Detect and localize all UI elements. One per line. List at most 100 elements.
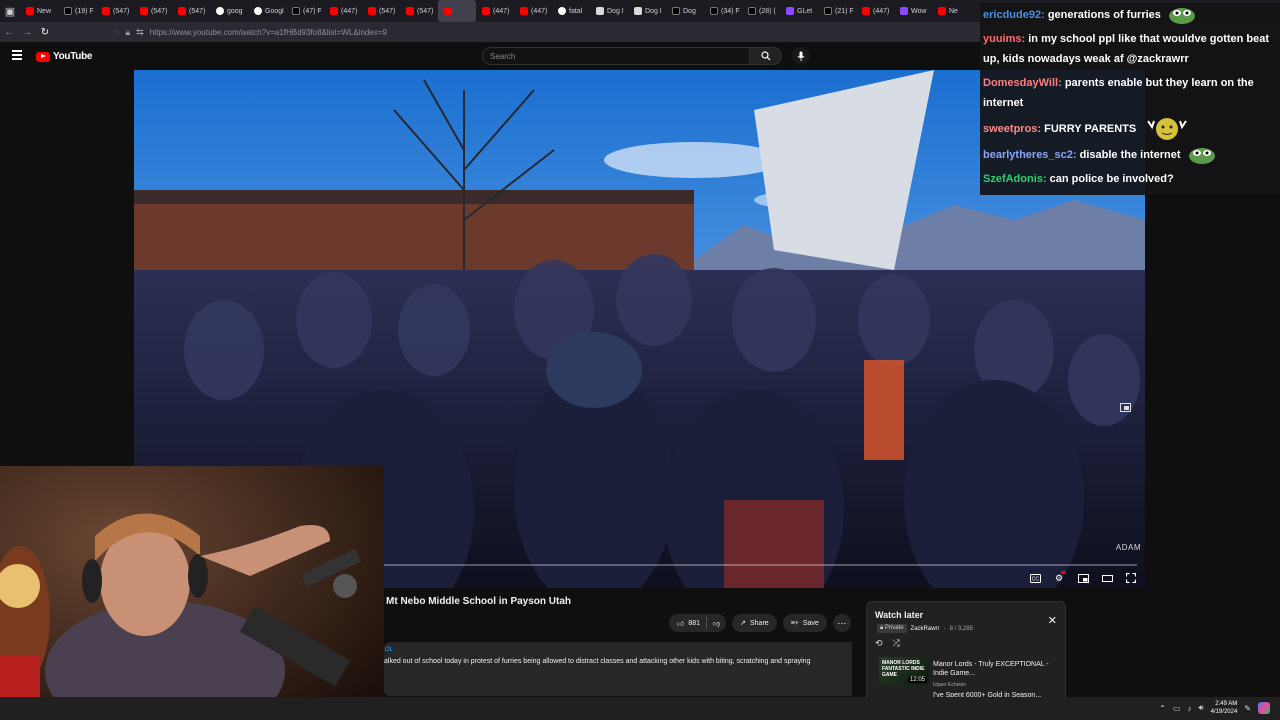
browser-tab[interactable]: (547) xyxy=(172,0,210,22)
browser-tab-label: (447) xyxy=(873,7,890,15)
speaker-icon[interactable]: ▭ xyxy=(1173,704,1181,713)
tab-list-icon[interactable]: ▣ xyxy=(0,0,20,22)
youtube-icon xyxy=(178,7,186,15)
clock[interactable]: 2:49 AM 4/19/2024 xyxy=(1211,700,1238,716)
stream-chat-overlay: ericdude92: generations of furries yuuim… xyxy=(980,3,1280,195)
browser-tab[interactable]: goog xyxy=(210,0,248,22)
lock-icon[interactable]: 🔒︎ xyxy=(125,27,130,38)
browser-tab-label: (447) xyxy=(341,7,358,15)
close-icon[interactable]: ✕ xyxy=(1048,614,1057,627)
browser-tab[interactable]: Wow xyxy=(894,0,932,22)
shield-icon[interactable]: ◌ xyxy=(114,27,119,37)
like-count: 881 xyxy=(688,619,701,627)
browser-tab-label: (21) F xyxy=(835,7,854,15)
playlist-owner[interactable]: ZackRawrr xyxy=(911,626,940,632)
browser-tab[interactable]: (21) F xyxy=(818,0,856,22)
description-hashtag[interactable]: OL xyxy=(385,647,393,653)
browser-tab[interactable]: Dog I xyxy=(628,0,666,22)
browser-tab[interactable]: fatal xyxy=(552,0,590,22)
browser-tab[interactable]: Dog xyxy=(666,0,704,22)
picture-in-picture-icon[interactable] xyxy=(1120,403,1131,412)
browser-tab[interactable]: (447) xyxy=(856,0,894,22)
search-input[interactable] xyxy=(482,47,750,65)
system-tray: ⌃ ▭ ♪ 🔊︎ 2:49 AM 4/19/2024 ✎ xyxy=(1159,700,1270,716)
windows-taskbar: ⌃ ▭ ♪ 🔊︎ 2:49 AM 4/19/2024 ✎ xyxy=(0,697,1280,720)
youtube-icon xyxy=(102,7,110,15)
permissions-icon[interactable]: ⇆ xyxy=(136,27,144,38)
browser-tab[interactable]: (47) F xyxy=(286,0,324,22)
address-bar[interactable]: ◌ 🔒︎ ⇆ https://www.youtube.com/watch?v=a… xyxy=(114,24,964,40)
playlist-item-title[interactable]: Manor Lords - Truly EXCEPTIONAL - Indie … xyxy=(933,660,1059,678)
miniplayer-icon[interactable] xyxy=(1075,570,1091,586)
copilot-icon[interactable] xyxy=(1258,702,1270,714)
back-icon[interactable]: ← xyxy=(0,27,18,38)
playlist-item-channel[interactable]: Upper Echelon xyxy=(933,682,966,688)
browser-tab[interactable]: Googl xyxy=(248,0,286,22)
browser-tab[interactable]: (447) xyxy=(324,0,362,22)
youtube-icon xyxy=(862,7,870,15)
captions-icon[interactable]: CC xyxy=(1027,570,1043,586)
volume-icon[interactable]: 🔊︎ xyxy=(1199,703,1204,713)
settings-icon[interactable]: ⚙ xyxy=(1051,570,1067,586)
playlist-title[interactable]: Watch later xyxy=(875,610,923,620)
youtube-icon xyxy=(520,7,528,15)
pepe-emote-icon xyxy=(1188,148,1215,165)
menu-icon[interactable] xyxy=(12,50,22,60)
microphone-icon[interactable]: ♪ xyxy=(1188,704,1192,713)
browser-tab[interactable]: GLet xyxy=(780,0,818,22)
youtube-logo[interactable]: YouTube xyxy=(36,51,93,62)
share-button[interactable]: ↗ Share xyxy=(732,614,777,632)
forward-icon[interactable]: → xyxy=(18,27,36,38)
save-button[interactable]: ≡+ Save xyxy=(782,614,827,632)
browser-tab[interactable]: (447) xyxy=(514,0,552,22)
video-progress-bar[interactable] xyxy=(382,564,1137,566)
twitch-icon xyxy=(786,7,794,15)
search-button[interactable] xyxy=(750,47,782,65)
webcam-feed xyxy=(0,466,384,720)
browser-tab[interactable]: (34) F xyxy=(704,0,742,22)
like-button[interactable]: 👍︎ 881 xyxy=(677,619,706,628)
video-watermark: ADAM xyxy=(1115,543,1141,552)
browser-tab[interactable]: (547) xyxy=(362,0,400,22)
browser-tab[interactable] xyxy=(438,0,476,22)
browser-tab[interactable]: (547) xyxy=(134,0,172,22)
browser-tab[interactable]: Ne xyxy=(932,0,970,22)
browser-tab[interactable]: (19) F xyxy=(58,0,96,22)
chat-username: bearlytheres_sc2: xyxy=(983,149,1077,162)
browser-tab-label: New xyxy=(37,7,52,15)
browser-tab[interactable]: (547) xyxy=(96,0,134,22)
more-actions-button[interactable]: ⋯ xyxy=(832,614,851,632)
chevron-up-icon[interactable]: ⌃ xyxy=(1159,704,1166,713)
video-thumbnail[interactable]: MANOR LORDS FANTASTIC INDIE GAME 12:05 xyxy=(879,657,929,685)
browser-tab-label: Googl xyxy=(265,7,284,15)
browser-tab[interactable]: (447) xyxy=(476,0,514,22)
fullscreen-icon[interactable] xyxy=(1123,570,1139,586)
browser-tab-label: (547) xyxy=(379,7,396,15)
x-icon xyxy=(64,7,72,15)
loop-icon[interactable]: ⟲ xyxy=(875,638,883,649)
browser-tab[interactable]: (28) ( xyxy=(742,0,780,22)
youtube-icon xyxy=(406,7,414,15)
playlist-meta: 🔒︎ Private ZackRawrr - 8 / 3,285 xyxy=(877,624,973,633)
theater-mode-icon[interactable] xyxy=(1099,570,1115,586)
browser-tab[interactable]: New xyxy=(20,0,58,22)
description-box[interactable]: OL alked out of school today in protest … xyxy=(384,642,852,696)
chat-username: sweetpros: xyxy=(983,123,1042,135)
reload-icon[interactable]: ↻ xyxy=(36,27,54,38)
url-text[interactable]: https://www.youtube.com/watch?v=a1fHBd93… xyxy=(150,28,387,37)
browser-tab-label: (447) xyxy=(493,7,510,15)
shuffle-icon[interactable]: ⤮ xyxy=(893,638,900,649)
playlist-item[interactable]: MANOR LORDS FANTASTIC INDIE GAME 12:05 M… xyxy=(879,657,1059,688)
google-icon xyxy=(558,7,566,15)
browser-tab-label: (547) xyxy=(417,7,434,15)
browser-tab[interactable]: Dog I xyxy=(590,0,628,22)
browser-tab[interactable]: (547) xyxy=(400,0,438,22)
browser-tab-label: (47) F xyxy=(303,7,322,15)
browser-tab-label: (547) xyxy=(151,7,168,15)
notification-icon[interactable]: ✎ xyxy=(1244,704,1251,713)
chat-message: yuuims: in my school ppl like that would… xyxy=(983,33,1270,66)
voice-search-button[interactable] xyxy=(792,47,810,65)
video-title: Mt Nebo Middle School in Payson Utah xyxy=(386,596,572,607)
dislike-button[interactable]: 👎︎ xyxy=(707,619,726,628)
x-icon xyxy=(672,7,680,15)
